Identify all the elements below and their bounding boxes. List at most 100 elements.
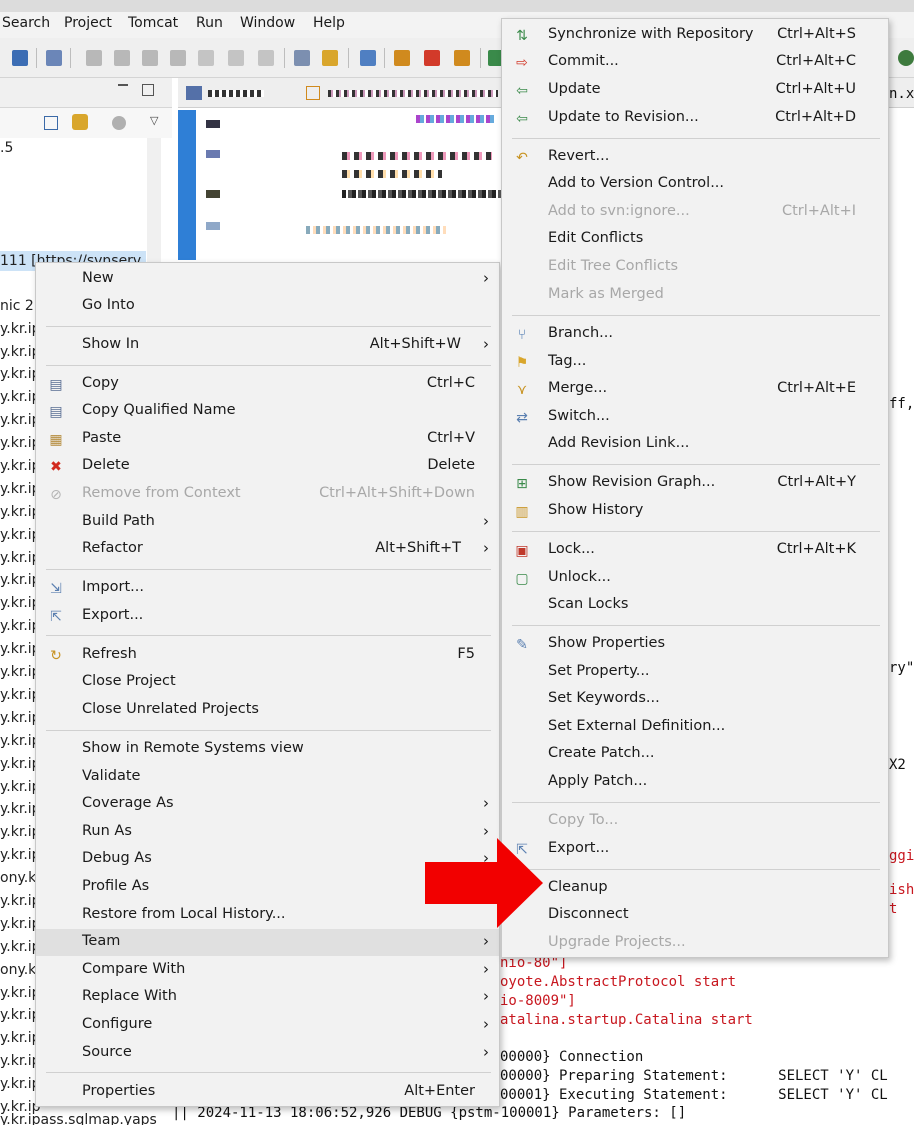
link-with-editor-icon[interactable]	[72, 114, 88, 130]
menu-item-merge[interactable]: ⋎ Merge... Ctrl+Alt+E	[502, 376, 888, 403]
console-line: io-8009"]	[500, 993, 576, 1009]
editor-tab-icon[interactable]	[186, 86, 202, 100]
menu-run[interactable]: Run	[196, 15, 223, 31]
view-menu-icon[interactable]: ▽	[150, 114, 158, 127]
menu-item-branch[interactable]: ⑂ Branch...	[502, 321, 888, 348]
menu-item-configure[interactable]: Configure ›	[36, 1012, 499, 1039]
menu-item-show-properties[interactable]: ✎ Show Properties	[502, 631, 888, 658]
editor-tab-icon[interactable]	[306, 86, 320, 100]
tomcat-start-icon[interactable]	[394, 50, 410, 66]
drop-to-frame-icon[interactable]	[322, 50, 338, 66]
globe-icon[interactable]	[898, 50, 914, 66]
menu-item-coverage-as[interactable]: Coverage As ›	[36, 791, 499, 818]
menu-item-team[interactable]: Team ›	[36, 929, 499, 956]
menu-tomcat[interactable]: Tomcat	[128, 15, 178, 31]
menu-item-import[interactable]: ⇲ Import...	[36, 575, 499, 602]
menu-item-tag[interactable]: ⚑ Tag...	[502, 349, 888, 376]
menu-item-update-to-revision[interactable]: ⇦ Update to Revision... Ctrl+Alt+D	[502, 105, 888, 132]
menu-item-apply-patch[interactable]: Apply Patch...	[502, 769, 888, 796]
editor-tab-title[interactable]	[208, 90, 264, 97]
suspend-icon[interactable]	[114, 50, 130, 66]
menu-item-copy-qualified-name[interactable]: ▤ Copy Qualified Name	[36, 398, 499, 425]
project-tree-row[interactable]: ony.k	[0, 870, 36, 886]
menu-item-label: Profile As	[82, 878, 150, 894]
menu-item-validate[interactable]: Validate	[36, 764, 499, 791]
save-icon[interactable]	[12, 50, 28, 66]
menu-item-disconnect[interactable]: Disconnect	[502, 902, 888, 929]
menu-item-close-project[interactable]: Close Project	[36, 669, 499, 696]
maximize-icon[interactable]	[142, 84, 154, 96]
menu-item-revert[interactable]: ↶ Revert...	[502, 144, 888, 171]
import-icon: ⇲	[50, 581, 62, 597]
tag-icon: ⚑	[515, 355, 529, 371]
menu-item-replace-with[interactable]: Replace With ›	[36, 984, 499, 1011]
menu-item-unlock[interactable]: ▢ Unlock...	[502, 565, 888, 592]
skip-breakpoints-icon[interactable]	[46, 50, 62, 66]
menu-search[interactable]: Search	[2, 15, 50, 31]
menu-item-paste[interactable]: ▦ Paste Ctrl+V	[36, 426, 499, 453]
menu-item-set-keywords[interactable]: Set Keywords...	[502, 686, 888, 713]
project-tree-row[interactable]: y.kr.ipass.sqlmap.yaps	[0, 1112, 157, 1125]
menu-item-export[interactable]: ⇱ Export...	[502, 836, 888, 863]
menu-item-switch[interactable]: ⇄ Switch...	[502, 404, 888, 431]
menu-item-set-property[interactable]: Set Property...	[502, 659, 888, 686]
menu-item-synchronize-with-repository[interactable]: ⇅ Synchronize with Repository Ctrl+Alt+S	[502, 22, 888, 49]
minimize-icon[interactable]	[118, 84, 128, 86]
tomcat-stop-icon[interactable]	[424, 50, 440, 66]
menu-item-close-unrelated-projects[interactable]: Close Unrelated Projects	[36, 697, 499, 724]
menu-item-properties[interactable]: Properties Alt+Enter	[36, 1079, 499, 1106]
disconnect-icon[interactable]	[170, 50, 186, 66]
editor-text-fragment: ry"	[889, 660, 914, 676]
open-perspective-icon[interactable]	[360, 50, 376, 66]
menu-item-show-history[interactable]: ▥ Show History	[502, 498, 888, 525]
menu-item-label: Branch...	[548, 325, 613, 341]
step-into-icon[interactable]	[198, 50, 214, 66]
menu-item-update[interactable]: ⇦ Update Ctrl+Alt+U	[502, 77, 888, 104]
menu-project[interactable]: Project	[64, 15, 112, 31]
menu-item-lock[interactable]: ▣ Lock... Ctrl+Alt+K	[502, 537, 888, 564]
menu-item-refresh[interactable]: ↻ Refresh F5	[36, 642, 499, 669]
history-icon: ▥	[515, 504, 529, 520]
menu-item-show-in-remote-systems-view[interactable]: Show in Remote Systems view	[36, 736, 499, 763]
menu-item-show-in[interactable]: Show In Alt+Shift+W ›	[36, 332, 499, 359]
menu-item-edit-conflicts[interactable]: Edit Conflicts	[502, 226, 888, 253]
delete-icon: ✖	[50, 459, 62, 475]
menu-item-create-patch[interactable]: Create Patch...	[502, 741, 888, 768]
project-tree-row[interactable]: .5	[0, 140, 13, 156]
menu-item-compare-with[interactable]: Compare With ›	[36, 957, 499, 984]
menu-help[interactable]: Help	[313, 15, 345, 31]
menu-item-copy[interactable]: ▤ Copy Ctrl+C	[36, 371, 499, 398]
menu-item-shortcut: F5	[457, 646, 475, 662]
menu-item-go-into[interactable]: Go Into	[36, 293, 499, 320]
menu-item-refactor[interactable]: Refactor Alt+Shift+T ›	[36, 536, 499, 563]
menu-item-commit[interactable]: ⇨ Commit... Ctrl+Alt+C	[502, 49, 888, 76]
menu-window[interactable]: Window	[240, 15, 295, 31]
menu-item-delete[interactable]: ✖ Delete Delete	[36, 453, 499, 480]
revision-graph-icon: ⊞	[516, 476, 528, 492]
menu-item-show-revision-graph[interactable]: ⊞ Show Revision Graph... Ctrl+Alt+Y	[502, 470, 888, 497]
collapse-all-icon[interactable]	[44, 116, 58, 130]
menu-item-source[interactable]: Source ›	[36, 1040, 499, 1067]
menu-item-shortcut: Ctrl+Alt+E	[777, 380, 856, 396]
terminate-icon[interactable]	[142, 50, 158, 66]
editor-tab-title[interactable]	[328, 90, 498, 97]
menu-item-build-path[interactable]: Build Path ›	[36, 509, 499, 536]
menu-item-new[interactable]: New ›	[36, 266, 499, 293]
use-step-filters-icon[interactable]	[294, 50, 310, 66]
menu-item-label: Unlock...	[548, 569, 611, 585]
menu-item-shortcut: Ctrl+V	[427, 430, 475, 446]
menu-item-cleanup[interactable]: Cleanup	[502, 875, 888, 902]
tomcat-restart-icon[interactable]	[454, 50, 470, 66]
menu-item-add-to-version-control[interactable]: Add to Version Control...	[502, 171, 888, 198]
focus-icon[interactable]	[112, 116, 126, 130]
project-tree-row[interactable]: ony.k	[0, 962, 36, 978]
toolbar-separator	[284, 48, 285, 68]
menu-item-export[interactable]: ⇱ Export...	[36, 603, 499, 630]
menu-item-add-revision-link[interactable]: Add Revision Link...	[502, 431, 888, 458]
menu-item-set-external-definition[interactable]: Set External Definition...	[502, 714, 888, 741]
step-return-icon[interactable]	[258, 50, 274, 66]
resume-icon[interactable]	[86, 50, 102, 66]
toolbar-separator	[36, 48, 37, 68]
step-over-icon[interactable]	[228, 50, 244, 66]
menu-item-scan-locks[interactable]: Scan Locks	[502, 592, 888, 619]
